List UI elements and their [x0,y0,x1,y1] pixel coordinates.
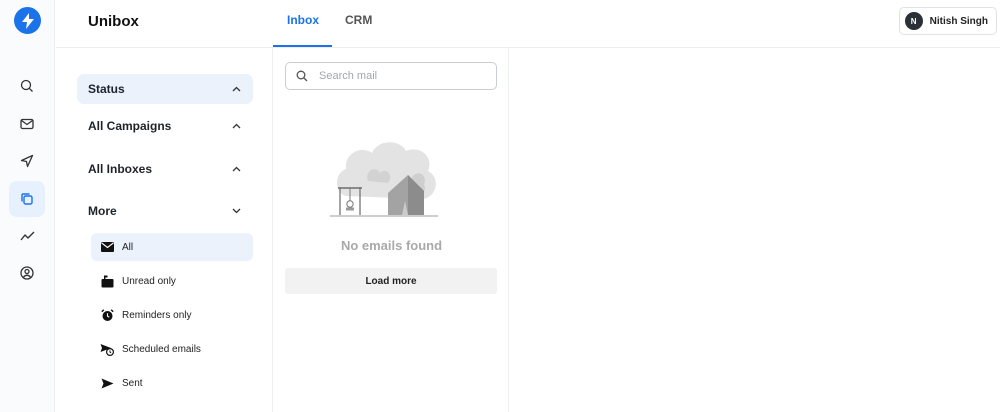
alarm-clock-icon [100,308,114,322]
empty-state-message: No emails found [340,238,443,253]
avatar: N [904,12,923,30]
filter-item-label: Reminders only [122,309,192,321]
search-icon [296,70,308,82]
search-box[interactable] [285,62,497,90]
mailbox-icon [100,274,114,288]
chevron-up-icon [232,166,241,172]
load-more-button[interactable]: Load more [285,268,497,294]
user-menu-button[interactable]: N Nitish Singh [898,7,997,35]
filter-item-unread[interactable]: Unread only [91,267,253,295]
filter-item-all[interactable]: All [91,233,253,261]
filter-status[interactable]: Status [77,74,253,104]
scheduled-send-icon [100,342,114,356]
filter-more[interactable]: More [77,196,253,226]
filter-sidebar: Status All Campaigns All Inboxes More Al… [56,48,273,412]
search-input[interactable] [319,70,479,82]
chevron-up-icon [232,123,241,129]
filter-campaigns[interactable]: All Campaigns [77,111,253,141]
copy-icon[interactable] [9,181,45,217]
chevron-up-icon [232,86,241,92]
filter-item-label: Sent [122,377,143,389]
filter-campaigns-label: All Campaigns [88,119,172,133]
filter-item-reminders[interactable]: Reminders only [91,301,253,329]
tab-crm[interactable]: CRM [345,13,372,27]
tab-inbox[interactable]: Inbox [287,13,319,27]
filter-status-label: Status [88,82,125,96]
filter-item-label: All [122,241,134,253]
empty-mailbox-illustration [330,142,438,217]
reading-pane [510,48,1000,412]
user-name: Nitish Singh [929,15,988,27]
filter-inboxes-label: All Inboxes [88,162,153,176]
icon-rail [0,0,55,412]
unibox-app: Unibox Inbox CRM N Nitish Singh Status A… [0,0,1000,412]
filter-more-label: More [88,204,117,218]
active-tab-indicator [273,45,332,47]
search-icon[interactable] [9,68,45,104]
app-title: Unibox [88,13,139,30]
filter-item-scheduled[interactable]: Scheduled emails [91,335,253,363]
send-icon[interactable] [9,143,45,179]
filter-item-label: Unread only [122,275,176,287]
top-header: Unibox Inbox CRM N Nitish Singh [56,0,1000,48]
filter-item-sent[interactable]: Sent [91,369,253,397]
filter-inboxes[interactable]: All Inboxes [77,154,253,184]
mail-list: No emails found Load more [274,48,509,412]
send-icon [100,376,114,390]
mail-icon[interactable] [9,106,45,142]
chevron-down-icon [232,208,241,214]
user-circle-icon[interactable] [9,255,45,291]
analytics-icon[interactable] [9,218,45,254]
logo-bolt-icon[interactable] [14,7,41,34]
filter-item-label: Scheduled emails [122,343,201,355]
envelope-icon [100,240,114,254]
